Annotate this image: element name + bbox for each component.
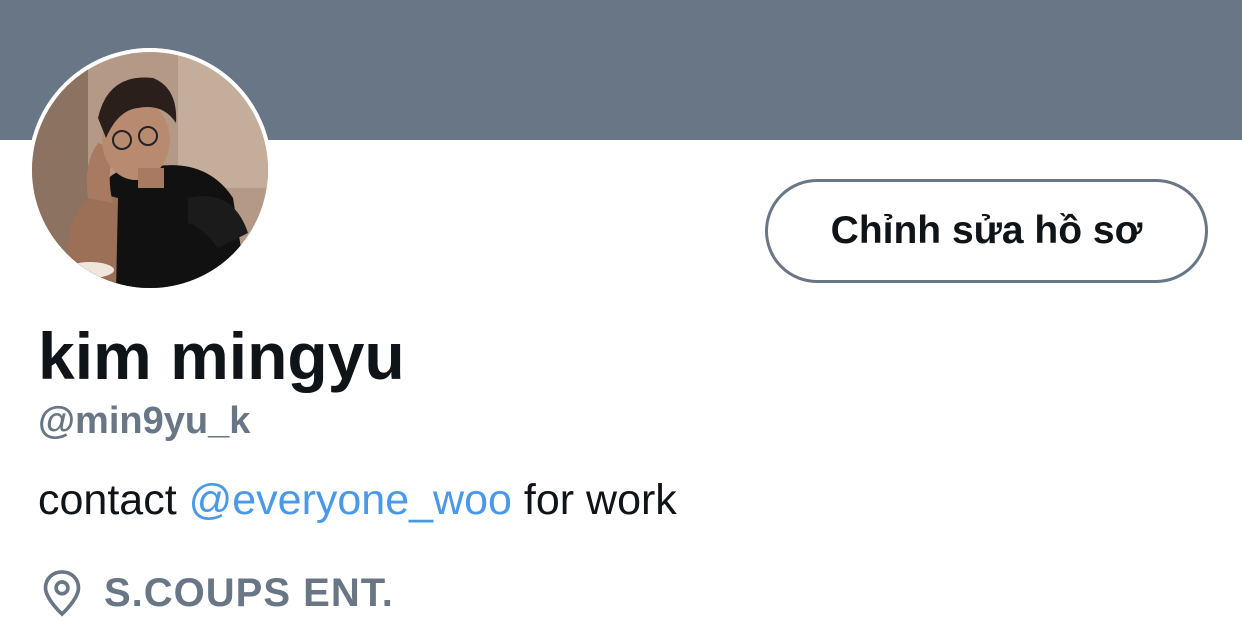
bio-prefix: contact	[38, 476, 189, 524]
profile-location: S.COUPS ENT.	[40, 567, 394, 619]
profile-display-name: kim mingyu	[38, 319, 405, 393]
bio-suffix: for work	[511, 476, 677, 524]
profile-bio: contact @everyone_woo for work	[38, 476, 677, 525]
location-pin-icon	[43, 570, 81, 617]
bio-mention-link[interactable]: @everyone_woo	[189, 476, 512, 524]
profile-avatar[interactable]	[28, 48, 272, 292]
edit-profile-button[interactable]: Chỉnh sửa hồ sơ	[765, 179, 1208, 283]
location-text: S.COUPS ENT.	[104, 570, 394, 615]
profile-handle: @min9yu_k	[38, 400, 251, 442]
